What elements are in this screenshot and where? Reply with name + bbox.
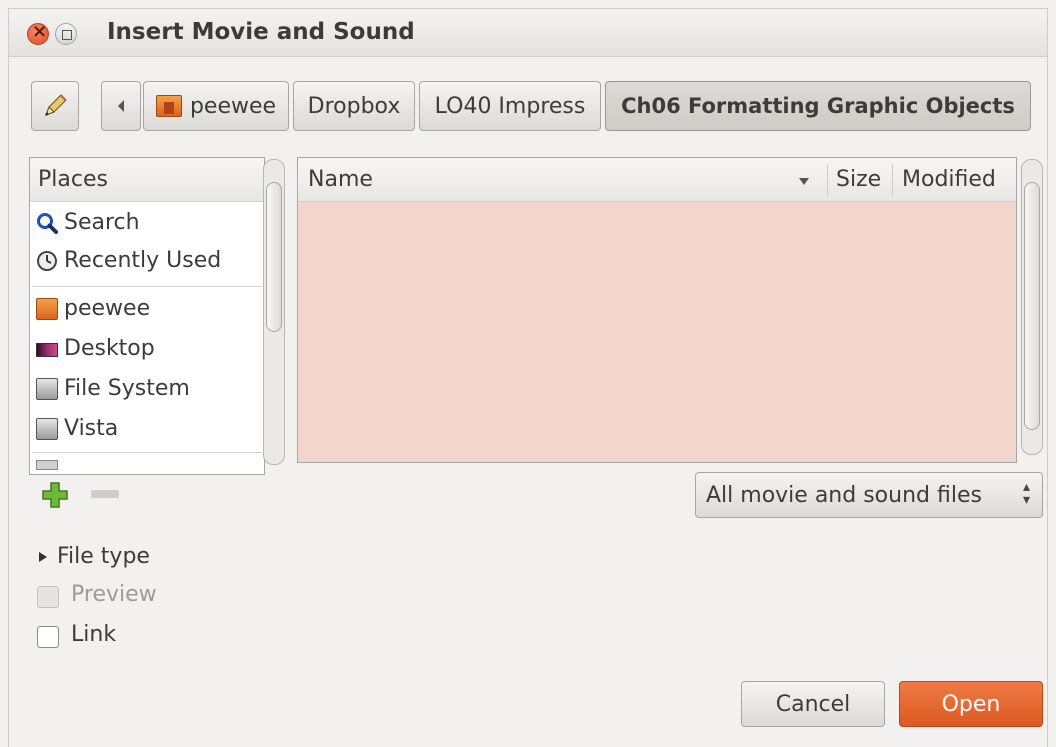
- clock-icon: [37, 251, 57, 271]
- column-divider: [892, 164, 893, 196]
- close-window-icon[interactable]: [27, 21, 49, 45]
- place-label: peewee: [64, 296, 151, 321]
- place-item-search[interactable]: Search: [30, 204, 264, 242]
- cancel-button-label: Cancel: [775, 691, 851, 717]
- edit-location-button[interactable]: [31, 81, 79, 131]
- updown-arrows-icon: ▴ ▾: [1022, 479, 1030, 508]
- breadcrumb-back-button[interactable]: [101, 81, 141, 131]
- place-label: File System: [64, 376, 190, 401]
- window-title: Insert Movie and Sound: [107, 19, 415, 45]
- cancel-button[interactable]: Cancel: [741, 681, 885, 727]
- breadcrumb-lo40-impress[interactable]: LO40 Impress: [419, 81, 601, 131]
- places-scrollbar[interactable]: [263, 159, 285, 465]
- home-folder-icon: [155, 95, 182, 117]
- breadcrumb-label: LO40 Impress: [434, 93, 586, 119]
- maximize-window-icon[interactable]: [55, 23, 77, 45]
- file-list: Name Size Modified: [297, 157, 1017, 463]
- open-button-label: Open: [941, 691, 1001, 717]
- desktop-icon: [36, 343, 58, 357]
- files-scroll-thumb[interactable]: [1024, 182, 1040, 430]
- search-icon: [37, 213, 58, 234]
- column-header-modified[interactable]: Modified: [902, 158, 996, 202]
- file-type-expander[interactable]: File type: [37, 544, 150, 569]
- place-label: Recently Used: [64, 248, 222, 273]
- link-label: Link: [71, 622, 117, 647]
- plus-icon[interactable]: [41, 481, 69, 509]
- expander-arrow-icon: [39, 551, 47, 562]
- place-item-file-system[interactable]: File System: [30, 370, 264, 408]
- preview-label: Preview: [71, 582, 157, 607]
- drive-icon: [36, 418, 58, 440]
- breadcrumb-dropbox[interactable]: Dropbox: [293, 81, 415, 131]
- title-bar: Insert Movie and Sound: [9, 9, 1047, 57]
- breadcrumb-ch06[interactable]: Ch06 Formatting Graphic Objects: [605, 81, 1031, 131]
- place-label: Search: [64, 210, 140, 235]
- place-label: Vista: [64, 416, 119, 441]
- partial-drive-icon: [36, 460, 58, 470]
- file-list-header: Name Size Modified: [298, 158, 1016, 202]
- pencil-icon: [45, 94, 67, 116]
- place-label: Desktop: [64, 336, 155, 361]
- home-folder-icon: [36, 298, 58, 320]
- places-separator: [32, 452, 262, 453]
- preview-checkbox[interactable]: [37, 586, 59, 608]
- left-arrow-icon: [118, 100, 124, 112]
- column-divider: [827, 164, 828, 196]
- breadcrumb-peewee[interactable]: peewee: [143, 81, 289, 131]
- filter-selected-value: All movie and sound files: [706, 483, 982, 508]
- files-scrollbar[interactable]: [1021, 159, 1043, 455]
- column-header-size[interactable]: Size: [836, 158, 881, 202]
- open-button[interactable]: Open: [899, 681, 1043, 727]
- breadcrumb-label: Dropbox: [307, 93, 401, 119]
- file-list-body[interactable]: [298, 202, 1016, 462]
- breadcrumb-label: peewee: [189, 93, 277, 119]
- places-header[interactable]: Places: [30, 158, 264, 202]
- place-item-vista[interactable]: Vista: [30, 410, 264, 448]
- breadcrumb-label: Ch06 Formatting Graphic Objects: [621, 94, 1015, 118]
- file-type-label: File type: [57, 544, 150, 569]
- place-item-desktop[interactable]: Desktop: [30, 330, 264, 368]
- file-type-filter-select[interactable]: All movie and sound files ▴ ▾: [695, 472, 1043, 518]
- drive-icon: [36, 378, 58, 400]
- insert-movie-sound-dialog: Insert Movie and Sound peewee Dropbox LO…: [8, 8, 1048, 747]
- places-panel: Places Search Recently Used peewee Deskt…: [29, 157, 265, 475]
- place-item-recently-used[interactable]: Recently Used: [30, 242, 264, 280]
- minus-icon[interactable]: [91, 490, 119, 498]
- sort-descending-icon: [799, 178, 809, 185]
- column-header-name[interactable]: Name: [308, 158, 373, 202]
- places-scroll-thumb[interactable]: [266, 182, 282, 332]
- link-checkbox[interactable]: [37, 626, 59, 648]
- place-item-peewee[interactable]: peewee: [30, 290, 264, 328]
- places-separator: [32, 286, 262, 287]
